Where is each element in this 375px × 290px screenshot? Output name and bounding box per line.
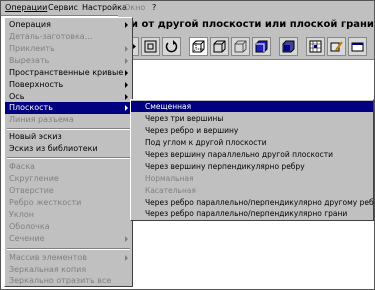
submenu-item-vertex-perpendicular-edge[interactable]: Через вершину перпендикулярно ребру — [131, 161, 373, 172]
menu-item-element-array[interactable]: Массив элементов — [5, 252, 132, 264]
chevron-right-icon — [125, 82, 128, 88]
chevron-right-icon — [125, 94, 128, 100]
chevron-right-icon — [125, 46, 128, 52]
document-title: ии от другой плоскости или плоской грани — [124, 19, 374, 30]
zoom-fit-button[interactable] — [141, 37, 160, 56]
submenu-item-edge-and-vertex[interactable]: Через ребро и вершину — [131, 125, 373, 136]
menubar-item-settings[interactable]: Настройка — [82, 3, 127, 13]
submenu-item-tangent[interactable]: Касательная — [131, 185, 373, 196]
plane-submenu: Смещенная Через три вершины Через ребро … — [130, 99, 374, 221]
shaded-edges-button[interactable] — [279, 37, 298, 56]
menu-item-new-sketch[interactable]: Новый эскиз — [5, 131, 132, 143]
grid-icon — [309, 40, 322, 53]
menu-separator — [7, 248, 130, 250]
menu-item-mirror-all[interactable]: Зеркально отразить все — [5, 275, 132, 287]
shaded-edges-icon — [282, 40, 295, 53]
hidden-thin-icon — [234, 40, 247, 53]
submenu-item-edge-to-edge[interactable]: Через ребро параллельно/перпендикулярно … — [131, 197, 374, 208]
sketch-icon — [330, 41, 343, 52]
menubar-item-window[interactable]: Окно — [124, 3, 145, 13]
menu-item-section[interactable]: Сечение — [5, 233, 132, 245]
hidden-lines-button[interactable] — [210, 37, 229, 56]
menu-item-chamfer[interactable]: Фаска — [5, 161, 132, 173]
menu-item-shell[interactable]: Оболочка — [5, 221, 132, 233]
chevron-right-icon — [125, 58, 128, 64]
menu-item-operation[interactable]: Операция — [5, 19, 132, 31]
menu-item-glue[interactable]: Приклеить — [5, 43, 132, 55]
submenu-item-edge-to-face[interactable]: Через ребро параллельно/перпендикулярно … — [131, 208, 373, 219]
wireframe-button[interactable] — [189, 37, 208, 56]
menu-separator — [7, 157, 130, 159]
sketch-button[interactable] — [327, 37, 346, 56]
submenu-item-normal[interactable]: Нормальная — [131, 173, 373, 184]
menu-item-base-part[interactable]: Деталь-заготовка... — [5, 31, 132, 43]
menu-item-spatial-curves[interactable]: Пространственные кривые — [5, 67, 132, 79]
menu-item-split-line[interactable]: Линия разъема — [5, 114, 132, 126]
shaded-icon — [255, 40, 268, 53]
chevron-right-icon — [125, 105, 128, 111]
chevron-right-icon — [125, 22, 128, 28]
rotate-icon — [165, 40, 178, 53]
menu-separator — [7, 128, 130, 130]
menu-item-sketch-from-library[interactable]: Эскиз из библиотеки — [5, 143, 132, 155]
operations-menu: Операция Деталь-заготовка... Приклеить В… — [4, 17, 133, 287]
submenu-item-vertex-parallel-plane[interactable]: Через вершину параллельно другой плоскос… — [131, 149, 373, 160]
menu-item-draft[interactable]: Уклон — [5, 209, 132, 221]
document-title-bar: ии от другой плоскости или плоской грани — [118, 15, 374, 36]
menubar-item-operations[interactable]: Операции — [5, 3, 47, 13]
zoom-fit-icon — [144, 40, 157, 53]
menubar-item-service[interactable]: Сервис — [48, 3, 78, 13]
menu-item-cut[interactable]: Вырезать — [5, 55, 132, 67]
window-button[interactable] — [348, 37, 367, 56]
hidden-lines-icon — [213, 40, 226, 53]
view-toolbar — [118, 35, 374, 60]
menu-bar: Операции Сервис Настройка Окно ? — [1, 1, 374, 16]
chevron-right-icon — [125, 236, 128, 242]
menu-item-hole[interactable]: Отверстие — [5, 185, 132, 197]
hidden-thin-button[interactable] — [231, 37, 250, 56]
application-window: Операции Сервис Настройка Окно ? ии от д… — [0, 0, 375, 290]
menu-item-fillet[interactable]: Скругление — [5, 173, 132, 185]
rotate-button[interactable] — [162, 37, 181, 56]
wireframe-icon — [192, 40, 205, 53]
window-icon — [351, 42, 364, 52]
menubar-item-help[interactable]: ? — [152, 3, 156, 13]
submenu-item-offset[interactable]: Смещенная — [131, 101, 373, 112]
chevron-right-icon — [125, 70, 128, 76]
shaded-button[interactable] — [252, 37, 271, 56]
menu-item-plane[interactable]: Плоскость — [5, 102, 132, 114]
menu-item-surface[interactable]: Поверхность — [5, 79, 132, 91]
chevron-right-icon — [125, 255, 128, 261]
submenu-item-angle-to-plane[interactable]: Под углом к другой плоскости — [131, 137, 373, 148]
grid-button[interactable] — [306, 37, 325, 56]
menu-item-rib[interactable]: Ребро жесткости — [5, 197, 132, 209]
submenu-item-three-vertices[interactable]: Через три вершины — [131, 113, 373, 124]
